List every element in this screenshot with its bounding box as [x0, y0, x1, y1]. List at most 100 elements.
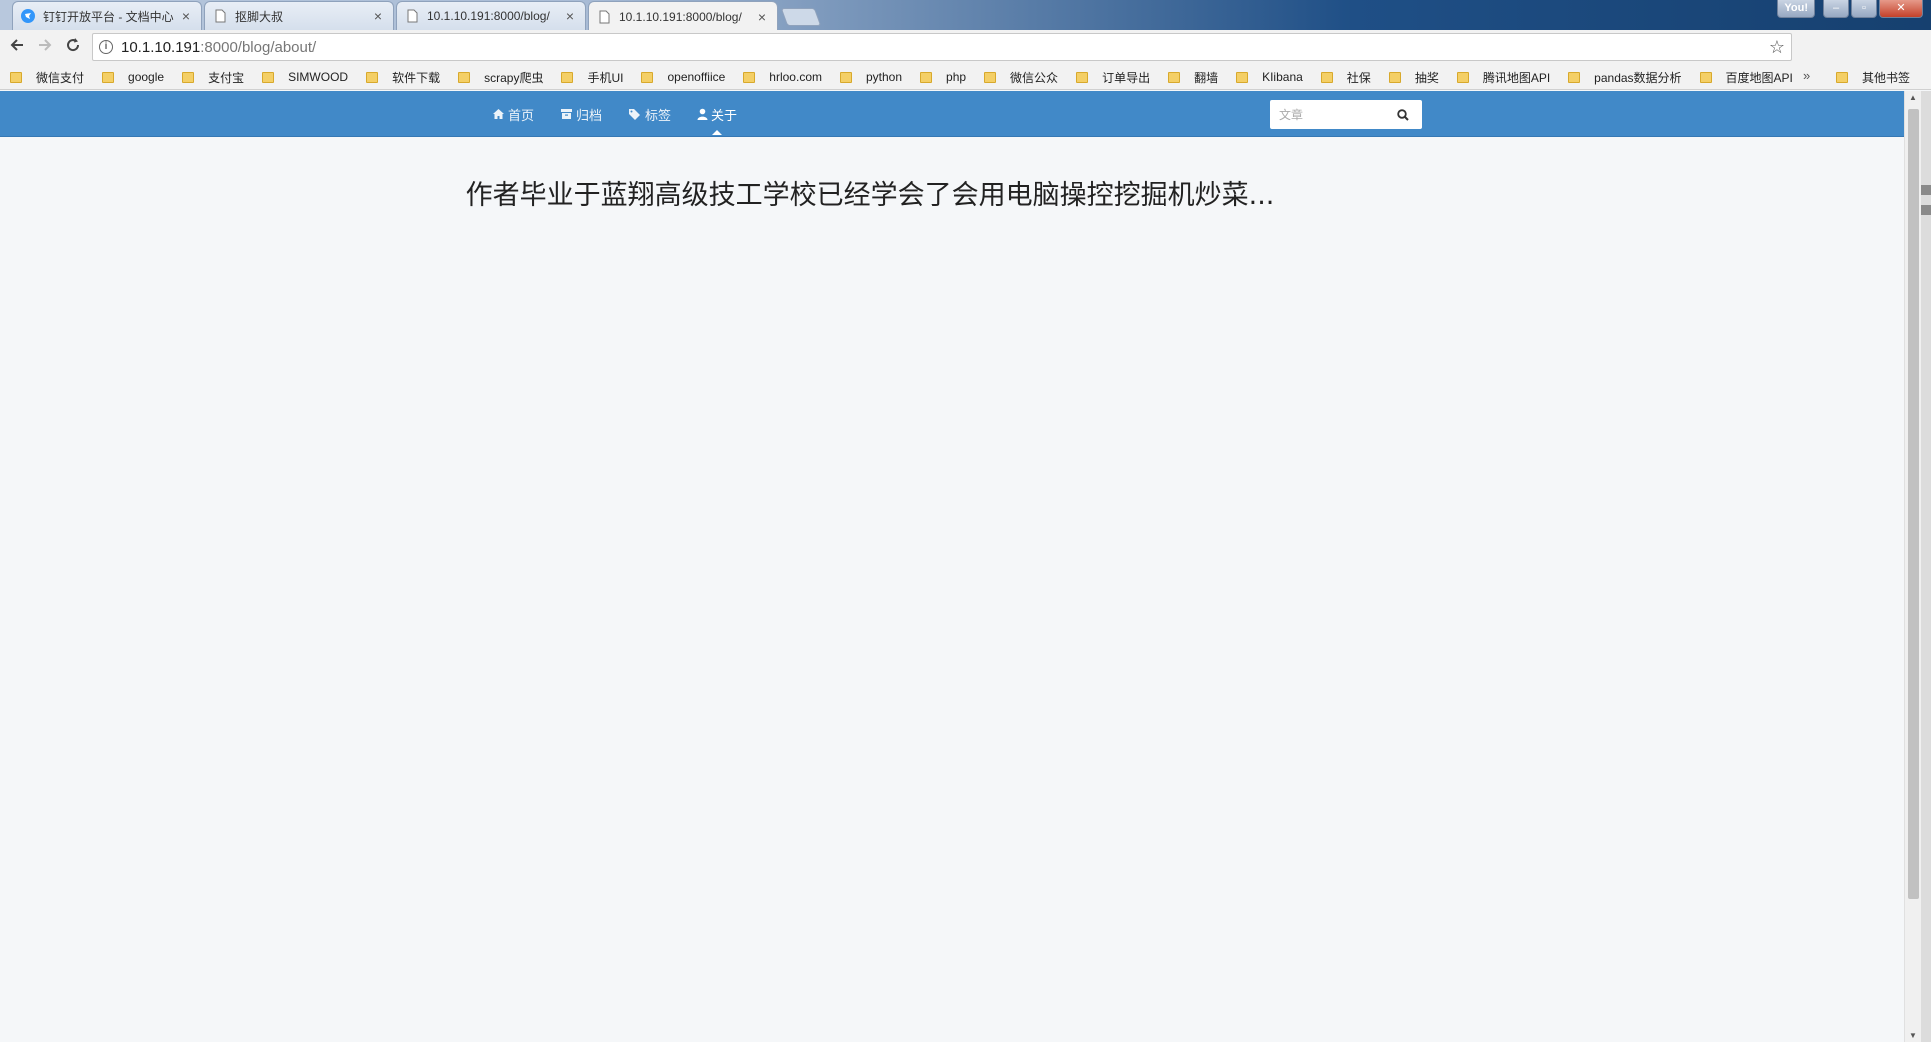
bookmark-item[interactable]: 订单导出	[1076, 69, 1150, 86]
folder-icon	[182, 71, 195, 83]
bookmark-label: 其他书签	[1862, 71, 1911, 85]
tags-icon	[629, 109, 641, 120]
side-panel-icon[interactable]	[1921, 205, 1931, 215]
folder-icon	[10, 71, 22, 83]
bookmark-label: 支付宝	[208, 70, 245, 85]
back-button[interactable]	[6, 37, 28, 59]
page-icon	[213, 9, 227, 23]
forward-button[interactable]	[34, 37, 56, 59]
minimize-button[interactable]: –	[1823, 0, 1849, 18]
tab-koujiao[interactable]: 抠脚大叔 ×	[204, 1, 394, 30]
bookmark-item[interactable]: 抽奖	[1388, 69, 1439, 86]
bookmark-item[interactable]: php	[920, 70, 966, 84]
search-form	[1270, 100, 1422, 129]
nav-tags[interactable]: 标签	[628, 105, 671, 124]
folder-icon	[920, 71, 933, 83]
page-viewport: 首页 归档 标签 关于 作者毕业于蓝翔高级技工学校已经学会了会用电脑操控挖掘机炒…	[0, 91, 1904, 1042]
new-tab-button[interactable]	[780, 8, 822, 26]
archive-icon	[561, 109, 573, 119]
folder-icon	[1168, 71, 1181, 83]
page-icon	[597, 10, 611, 24]
search-input[interactable]	[1270, 101, 1388, 128]
folder-icon	[1320, 71, 1333, 83]
bookmark-item[interactable]: google	[102, 70, 164, 84]
bookmark-item[interactable]: 翻墙	[1168, 69, 1218, 86]
bookmark-star-icon[interactable]: ☆	[1769, 37, 1785, 58]
bookmarks-overflow-button[interactable]: »	[1803, 68, 1810, 83]
bookmark-item[interactable]: 百度地图API	[1699, 69, 1793, 86]
tab-title: 钉钉开放平台 - 文档中心	[43, 9, 174, 24]
forward-arrow-icon	[39, 38, 52, 51]
folder-icon	[641, 71, 654, 83]
scroll-down-icon[interactable]: ▼	[1909, 1031, 1917, 1040]
bookmark-item[interactable]: hrloo.com	[743, 70, 822, 84]
tab-dingtalk[interactable]: 钉钉开放平台 - 文档中心 ×	[12, 1, 202, 30]
folder-icon	[984, 71, 997, 83]
close-icon[interactable]: ×	[563, 8, 577, 24]
bookmark-label: google	[128, 70, 165, 84]
close-icon[interactable]: ×	[179, 8, 193, 24]
nav-label: 首页	[508, 107, 535, 123]
close-icon[interactable]: ×	[371, 8, 385, 24]
other-bookmarks[interactable]: 其他书签	[1836, 65, 1910, 90]
folder-icon	[1076, 71, 1089, 83]
tab-title: 抠脚大叔	[235, 9, 284, 24]
tab-blog-about[interactable]: 10.1.10.191:8000/blog/ ×	[588, 1, 778, 31]
nav-home[interactable]: 首页	[492, 105, 534, 124]
bookmark-item[interactable]: KIibana	[1236, 70, 1303, 84]
search-button[interactable]	[1388, 101, 1418, 128]
bookmark-label: 百度地图API	[1725, 70, 1793, 85]
side-panel-icon[interactable]	[1921, 185, 1931, 195]
bookmark-label: python	[865, 70, 903, 84]
close-window-button[interactable]: ✕	[1879, 0, 1923, 18]
tab-title: 10.1.10.191:8000/blog/	[427, 9, 550, 23]
nav-label: 关于	[711, 107, 738, 123]
maximize-button[interactable]: ▫	[1851, 0, 1877, 18]
folder-icon	[1836, 72, 1848, 83]
bookmark-item[interactable]: 手机UI	[561, 69, 623, 86]
folder-icon	[743, 71, 756, 83]
bookmark-item[interactable]: python	[839, 70, 903, 84]
bookmark-label: scrapy爬虫	[484, 70, 544, 85]
profile-button[interactable]: You!	[1777, 0, 1815, 18]
bookmark-label: 微信支付	[36, 70, 85, 85]
folder-icon	[1568, 71, 1581, 83]
scroll-thumb[interactable]	[1908, 109, 1919, 899]
folder-icon	[839, 71, 852, 83]
bookmark-label: pandas数据分析	[1594, 70, 1682, 85]
bookmark-item[interactable]: 腾讯地图API	[1456, 69, 1551, 86]
nav-label: 归档	[576, 107, 603, 123]
vertical-scrollbar[interactable]: ▲ ▼	[1904, 91, 1921, 1042]
folder-icon	[102, 71, 115, 83]
window-controls: You! – ▫ ✕	[1777, 0, 1923, 18]
search-icon	[1397, 108, 1409, 121]
folder-icon	[1388, 71, 1401, 83]
side-panel-strip	[1921, 91, 1931, 1042]
nav-about[interactable]: 关于	[697, 105, 738, 135]
bookmarks-bar: 微信支付 google 支付宝 SIMWOOD 软件下载 scrapy爬虫 手机…	[0, 65, 1931, 90]
folder-icon	[1699, 71, 1712, 83]
info-icon[interactable]: i	[99, 40, 113, 54]
bookmark-item[interactable]: SIMWOOD	[262, 70, 348, 84]
tab-blog[interactable]: 10.1.10.191:8000/blog/ ×	[396, 1, 586, 30]
tab-title: 10.1.10.191:8000/blog/	[619, 9, 742, 24]
nav-archive[interactable]: 归档	[560, 105, 602, 124]
bookmark-label: SIMWOOD	[288, 70, 349, 84]
bookmark-item[interactable]: 社保	[1320, 69, 1371, 86]
address-bar[interactable]: i 10.1.10.191:8000/blog/about/ ☆	[92, 33, 1792, 61]
reload-icon	[67, 37, 80, 51]
scroll-up-icon[interactable]: ▲	[1909, 93, 1917, 102]
bookmark-label: 微信公众	[1010, 70, 1059, 85]
bookmark-item[interactable]: pandas数据分析	[1568, 69, 1682, 86]
bookmark-label: 腾讯地图API	[1482, 70, 1551, 85]
tab-strip: 钉钉开放平台 - 文档中心 × 抠脚大叔 × 10.1.10.191:8000/…	[12, 1, 822, 31]
bookmark-item[interactable]: scrapy爬虫	[458, 69, 543, 86]
bookmark-item[interactable]: 软件下载	[366, 69, 440, 86]
bookmark-item[interactable]: 微信公众	[984, 69, 1058, 86]
site-navbar: 首页 归档 标签 关于	[0, 91, 1904, 137]
close-icon[interactable]: ×	[755, 9, 769, 25]
bookmark-item[interactable]: 支付宝	[182, 69, 244, 86]
reload-button[interactable]	[62, 37, 84, 59]
bookmark-item[interactable]: openoffiice	[641, 70, 725, 84]
bookmark-item[interactable]: 微信支付	[10, 69, 84, 86]
